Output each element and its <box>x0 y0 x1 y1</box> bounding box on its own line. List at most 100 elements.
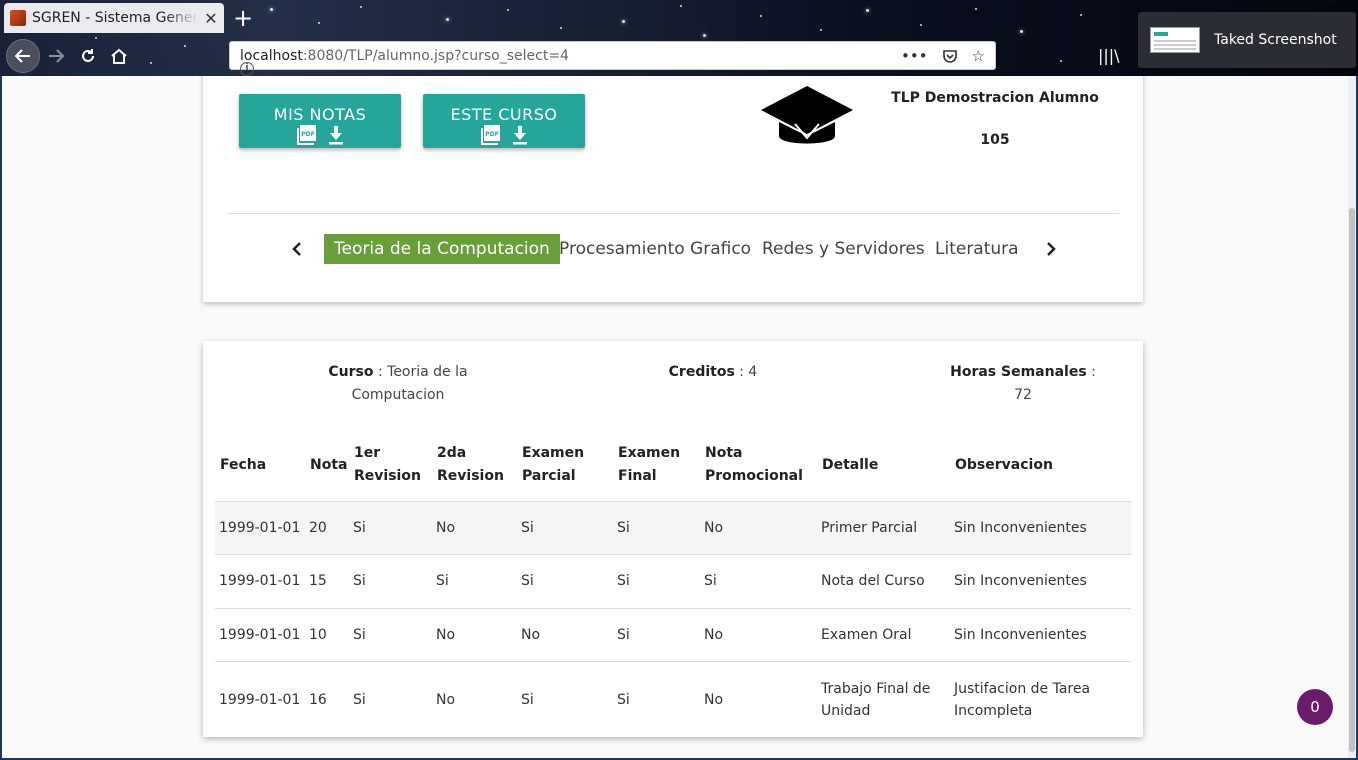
table-cell: 10 <box>305 608 349 662</box>
table-cell: No <box>700 501 817 555</box>
table-cell: Examen Oral <box>817 608 950 662</box>
new-tab-button[interactable]: + <box>230 4 256 32</box>
table-cell: 1999-01-01 <box>215 501 305 555</box>
arrow-left-icon <box>14 49 30 63</box>
svg-text:PDF: PDF <box>301 131 314 138</box>
table-cell: Trabajo Final de Unidad <box>821 680 931 719</box>
browser-tab[interactable]: SGREN - Sistema Generador ✕ <box>4 3 224 33</box>
table-cell: No <box>432 501 517 555</box>
svg-text:PDF: PDF <box>485 131 498 138</box>
table-cell: Si <box>613 554 700 609</box>
tab-title: SGREN - Sistema Generador <box>32 10 198 26</box>
reload-icon <box>82 49 94 62</box>
course-tab-literatura[interactable]: Literatura <box>935 234 1019 264</box>
table-cell: 1999-01-01 <box>215 554 305 609</box>
credits-info: Creditos : 4 <box>668 364 758 380</box>
table-cell: Nota del Curso <box>817 554 950 609</box>
column-header: Observacion <box>950 430 1131 502</box>
table-cell: Si <box>517 554 613 609</box>
pdf-icon: PDF <box>297 125 316 145</box>
reload-button[interactable] <box>74 42 102 70</box>
student-header-card: MIS NOTAS PDF ESTE CURSO PDF TLP Demostr… <box>203 76 1143 302</box>
page-actions-icon[interactable]: ••• <box>901 47 928 65</box>
download-icon <box>513 126 527 145</box>
table-cell: No <box>432 608 517 662</box>
chevron-right-icon <box>1047 242 1056 256</box>
address-bar[interactable]: i localhost:8080/TLP/alumno.jsp?curso_se… <box>229 41 996 76</box>
table-cell: 1999-01-01 <box>215 608 305 662</box>
header-divider <box>227 213 1119 214</box>
notification-text: Taked Screenshot <box>1214 32 1337 48</box>
table-row: 1999-01-01 16 Si No Si Si No Trabajo Fin… <box>215 662 1131 738</box>
download-icon <box>329 126 343 145</box>
screenshot-notification[interactable]: Taked Screenshot <box>1138 12 1356 68</box>
chat-badge-button[interactable]: 0 <box>1297 689 1333 725</box>
table-cell: Si <box>517 501 613 555</box>
column-header: Examen Parcial <box>517 430 613 502</box>
table-row: 1999-01-01 20 Si No Si Si No Primer Parc… <box>215 501 1131 555</box>
table-cell: No <box>517 608 613 662</box>
grades-table: Fecha Nota 1er Revision 2da Revision Exa… <box>215 430 1131 738</box>
column-header: 2da Revision <box>432 430 517 502</box>
graduation-cap-icon <box>761 86 853 144</box>
weekly-hours-info: Horas Semanales : 72 <box>950 364 1096 403</box>
table-cell: Sin Inconvenientes <box>950 608 1131 662</box>
column-header: Examen Final <box>613 430 700 502</box>
table-cell: Si <box>613 501 700 555</box>
table-cell: 16 <box>309 691 327 708</box>
carousel-prev-button[interactable] <box>285 237 309 261</box>
table-cell: Justifacion de Tarea Incompleta <box>954 680 1091 719</box>
table-cell: No <box>436 691 456 708</box>
home-button[interactable] <box>105 42 133 70</box>
library-icon[interactable]: |||\ <box>1098 46 1120 65</box>
screenshot-thumbnail <box>1150 27 1200 53</box>
table-cell: Sin Inconvenientes <box>950 501 1131 555</box>
scrollbar-thumb[interactable] <box>1349 208 1355 752</box>
table-cell: Si <box>521 691 534 708</box>
table-cell: Si <box>349 608 432 662</box>
home-icon <box>111 48 127 64</box>
este-curso-button[interactable]: ESTE CURSO PDF <box>423 94 585 148</box>
arrow-right-icon <box>49 49 65 63</box>
page-viewport: MIS NOTAS PDF ESTE CURSO PDF TLP Demostr… <box>2 76 1356 758</box>
forward-button[interactable] <box>42 42 70 70</box>
bookmark-star-icon[interactable]: ☆ <box>972 47 985 65</box>
grades-card: Curso : Teoria de la Computacion Credito… <box>203 341 1143 737</box>
column-header: Nota <box>305 430 349 502</box>
pocket-icon[interactable] <box>942 48 958 64</box>
student-name: TLP Demostracion Alumno <box>891 90 1099 106</box>
table-cell: Si <box>349 501 432 555</box>
page-scrollbar[interactable] <box>1348 76 1356 758</box>
column-header: Nota Promocional <box>700 430 817 502</box>
table-cell: Si <box>617 691 630 708</box>
course-carousel: Teoria de la Computacion Procesamiento G… <box>203 234 1143 264</box>
table-cell: Si <box>700 554 817 609</box>
table-cell: Si <box>432 554 517 609</box>
table-header-row: Fecha Nota 1er Revision 2da Revision Exa… <box>215 430 1131 502</box>
table-cell: 20 <box>305 501 349 555</box>
site-favicon-icon <box>10 10 26 26</box>
column-header: Fecha <box>215 430 305 502</box>
chevron-left-icon <box>292 242 301 256</box>
table-cell: 1999-01-01 <box>219 691 301 708</box>
table-row: 1999-01-01 10 Si No No Si No Examen Oral… <box>215 608 1131 662</box>
browser-chrome: SGREN - Sistema Generador ✕ + i localhos… <box>0 0 1358 76</box>
table-cell: Si <box>349 554 432 609</box>
table-cell: Si <box>353 691 366 708</box>
table-row: 1999-01-01 15 Si Si Si Si Si Nota del Cu… <box>215 554 1131 609</box>
url-text[interactable]: localhost:8080/TLP/alumno.jsp?curso_sele… <box>240 48 901 64</box>
course-tab-teoria[interactable]: Teoria de la Computacion <box>324 234 560 264</box>
back-button[interactable] <box>6 39 40 73</box>
course-name-info: Curso : Teoria de la Computacion <box>328 364 468 403</box>
column-header: Detalle <box>817 430 950 502</box>
carousel-next-button[interactable] <box>1039 237 1063 261</box>
site-info-icon[interactable]: i <box>240 62 254 76</box>
table-cell: No <box>704 691 724 708</box>
mis-notas-button[interactable]: MIS NOTAS PDF <box>239 94 401 148</box>
course-tab-redes[interactable]: Redes y Servidores <box>762 234 925 264</box>
table-cell: Primer Parcial <box>817 501 950 555</box>
student-code: 105 <box>980 132 1010 148</box>
table-cell: No <box>700 608 817 662</box>
course-tab-procesamiento[interactable]: Procesamiento Grafico <box>559 234 751 264</box>
tab-close-icon[interactable]: ✕ <box>204 9 218 28</box>
